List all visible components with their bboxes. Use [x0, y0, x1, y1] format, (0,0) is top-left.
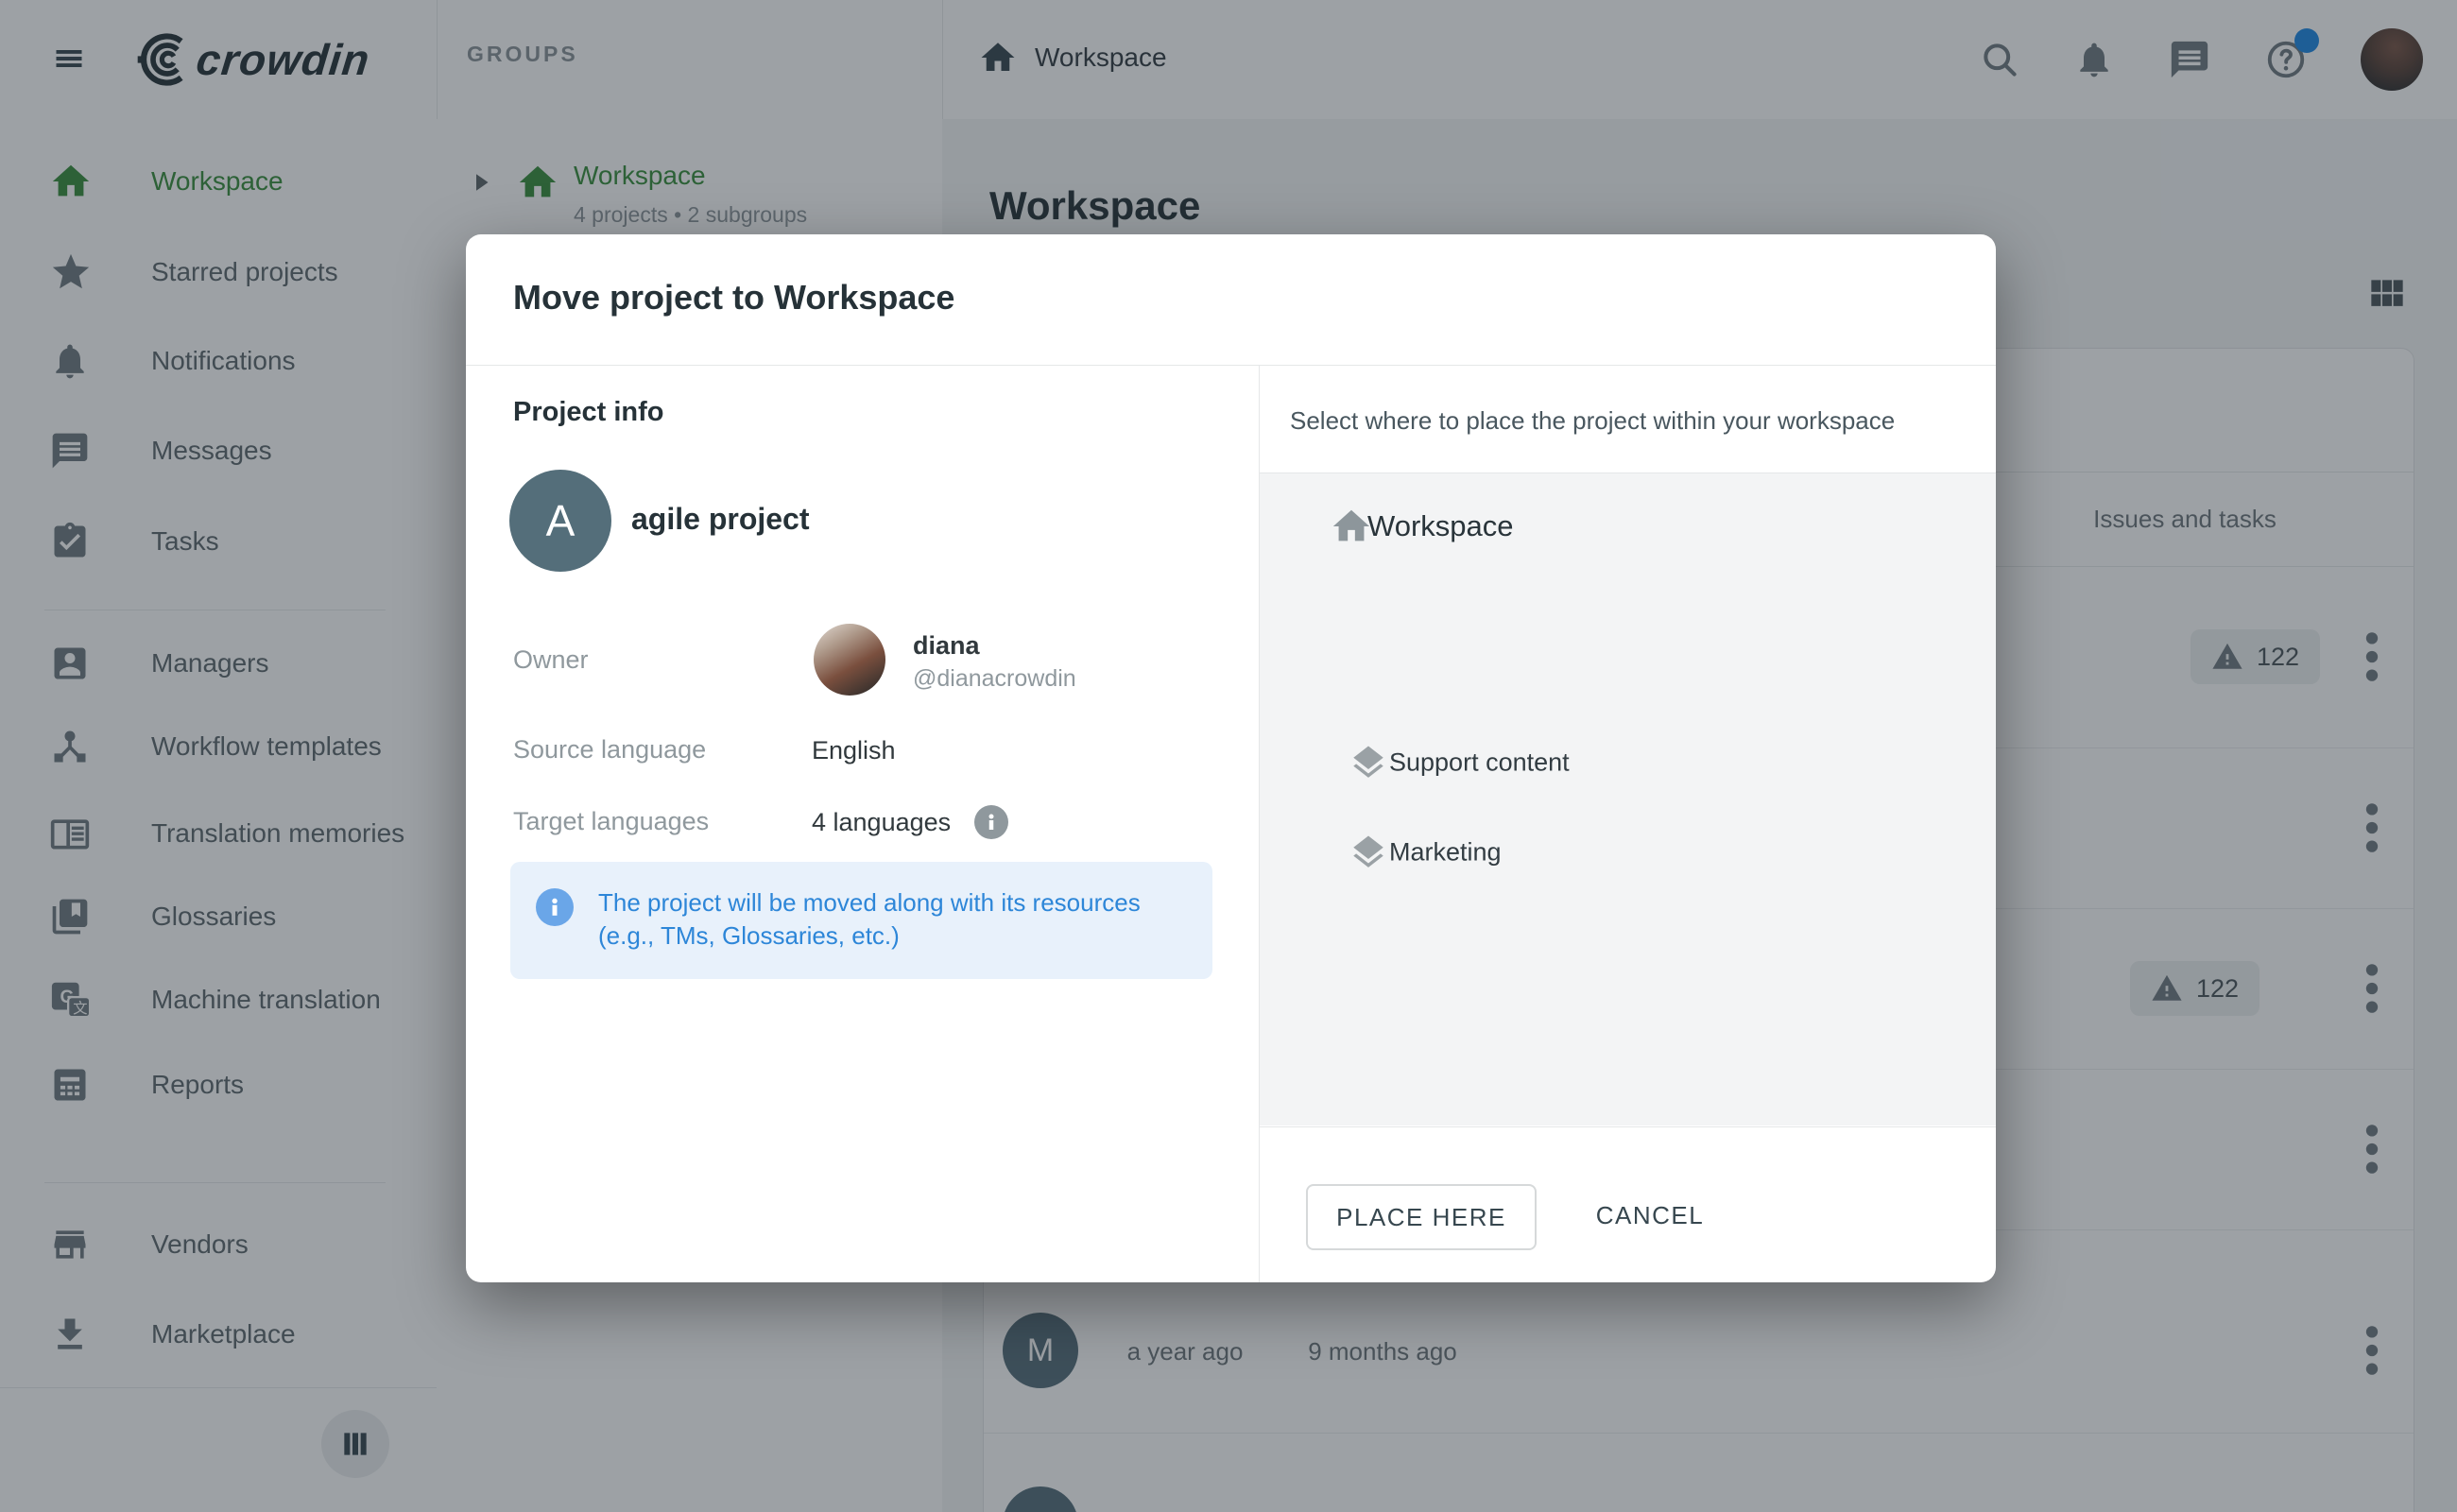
source-language-label: Source language: [513, 735, 706, 765]
placement-instruction: Select where to place the project within…: [1290, 406, 1895, 436]
move-project-modal: Move project to Workspace Project info A…: [466, 234, 1996, 1282]
tree-item-workspace[interactable]: Workspace: [1260, 481, 1996, 572]
place-here-button[interactable]: PLACE HERE: [1306, 1184, 1537, 1250]
owner-handle: @dianacrowdin: [913, 665, 1076, 693]
tree-item-marketing[interactable]: Marketing: [1260, 807, 1996, 898]
project-name: agile project: [631, 502, 810, 537]
screen: crowdin GROUPS Workspace: [0, 0, 2457, 1512]
owner-avatar: [814, 624, 885, 696]
layers-icon: [1349, 833, 1388, 872]
info-icon: [536, 888, 574, 926]
divider: [466, 365, 1996, 366]
target-languages-value: 4 languages: [812, 808, 951, 837]
move-note-text: The project will be moved along with its…: [598, 886, 1165, 953]
layers-icon: [1349, 743, 1388, 782]
target-languages-label: Target languages: [513, 807, 709, 836]
divider: [1259, 1126, 1996, 1127]
source-language-value: English: [812, 736, 896, 765]
owner-label: Owner: [513, 645, 589, 675]
workspace-tree: Workspace Support content Marketing: [1260, 473, 1996, 1125]
cancel-button[interactable]: CANCEL: [1570, 1184, 1730, 1246]
modal-title: Move project to Workspace: [513, 278, 954, 318]
project-avatar: A: [509, 470, 611, 572]
owner-name: diana: [913, 631, 980, 661]
tree-item-support-content[interactable]: Support content: [1260, 717, 1996, 808]
info-icon[interactable]: [974, 805, 1008, 839]
section-title: Project info: [513, 397, 664, 428]
